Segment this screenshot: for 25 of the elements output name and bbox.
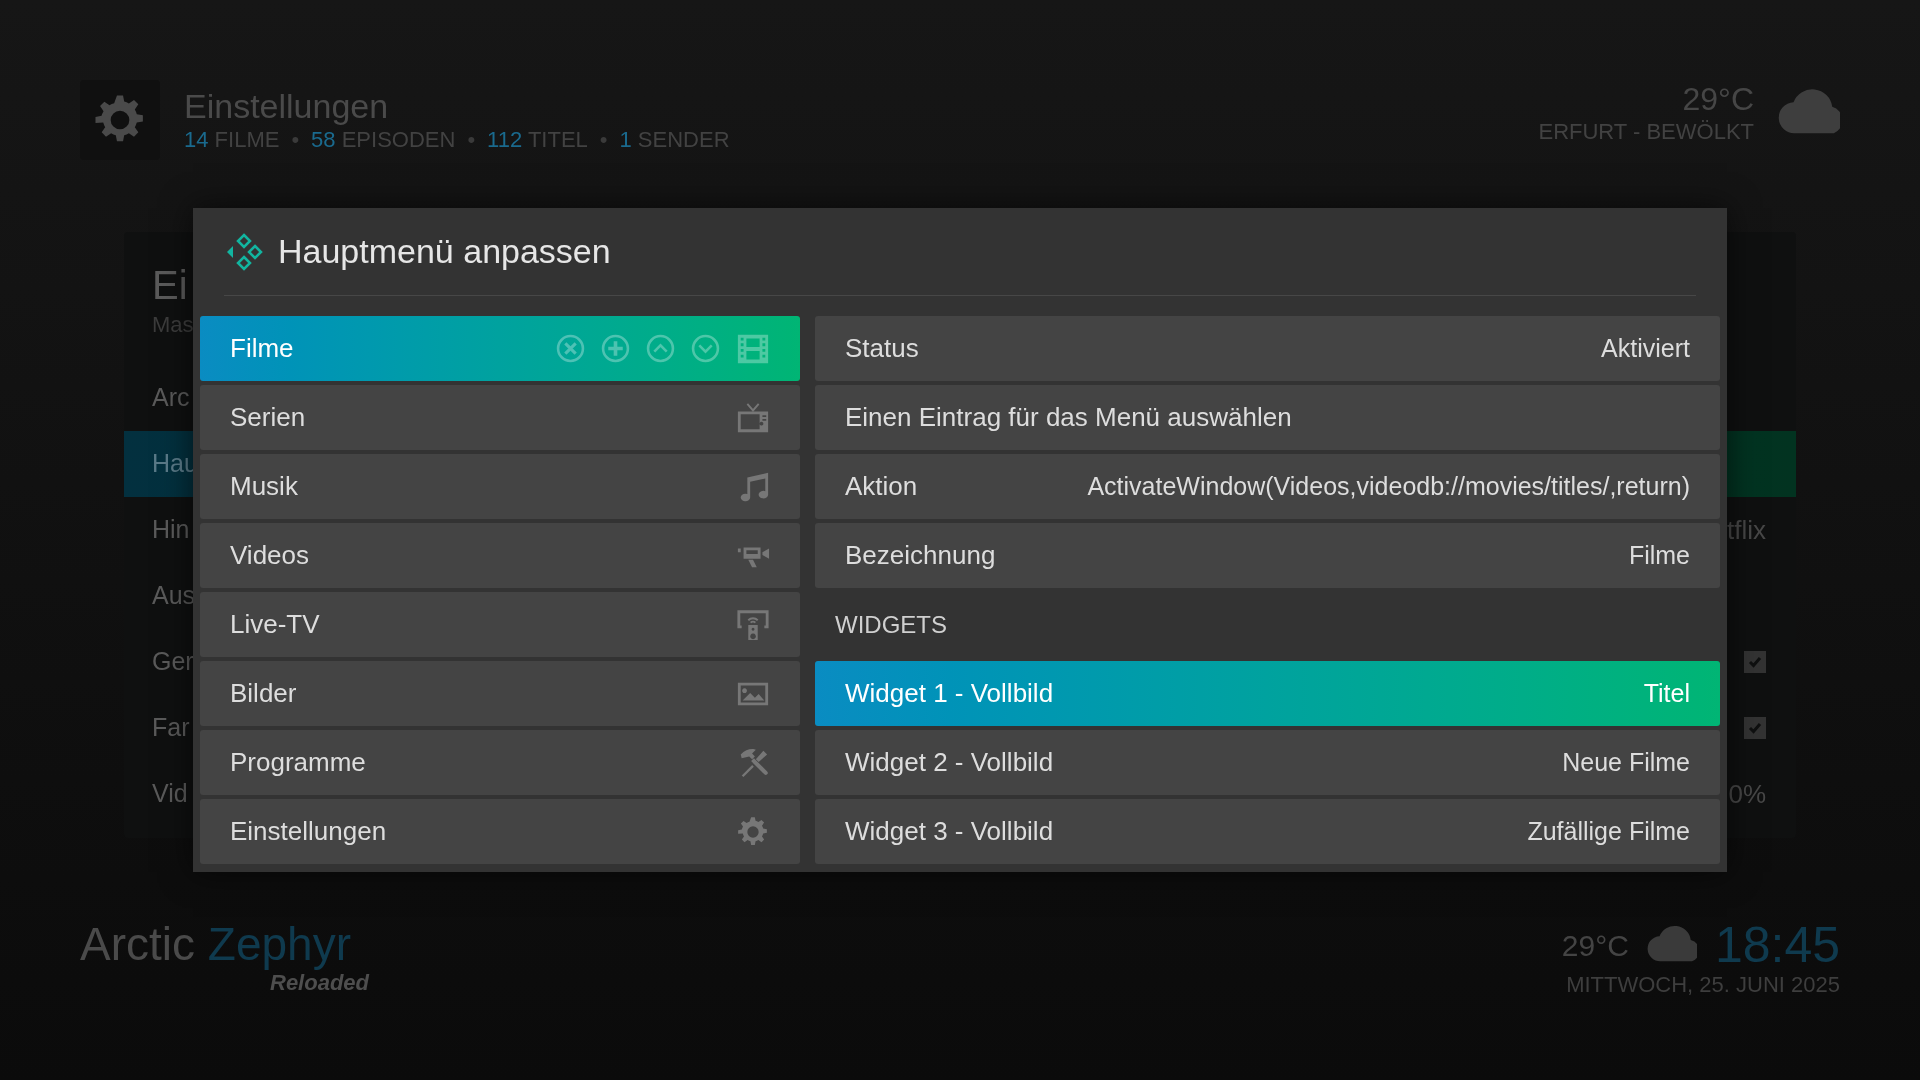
setting-label: Aktion: [845, 470, 918, 503]
separator-dot: •: [291, 126, 300, 154]
setting-value: Titel: [1643, 677, 1690, 709]
setting-value: Aktiviert: [1601, 332, 1690, 364]
separator-dot: •: [467, 126, 476, 154]
setting-label: Bezeichnung: [845, 539, 996, 572]
setting-label: Widget 2 - Vollbild: [845, 746, 1054, 779]
item-value: tflix: [1727, 513, 1766, 547]
setting-value: ActivateWindow(Videos,videodb://movies/titles/,return): [1087, 470, 1690, 502]
separator-dot: •: [599, 126, 608, 154]
brand-subtitle: Reloaded: [270, 970, 370, 996]
dialog-title: Hauptmenü anpassen: [278, 231, 611, 272]
clock-time: 18:45: [1714, 918, 1840, 972]
item-value: 0%: [1728, 777, 1766, 811]
temperature-text: 29°C: [1561, 927, 1629, 964]
panel-title: Ei: [152, 262, 188, 309]
section-heading: WIDGETS: [834, 609, 948, 640]
setting-value: Filme: [1628, 539, 1690, 571]
setting-label: Widget 3 - Vollbild: [845, 815, 1054, 848]
setting-label: Widget 1 - Vollbild: [845, 677, 1054, 710]
setting-label: Status: [845, 332, 919, 365]
setting-label: Einen Eintrag für das Menü auswählen: [845, 401, 1292, 434]
brand-logo: Arctic Zephyr: [80, 918, 352, 970]
setting-value: Zufällige Filme: [1527, 815, 1690, 847]
setting-value: Neue Filme: [1562, 746, 1690, 778]
